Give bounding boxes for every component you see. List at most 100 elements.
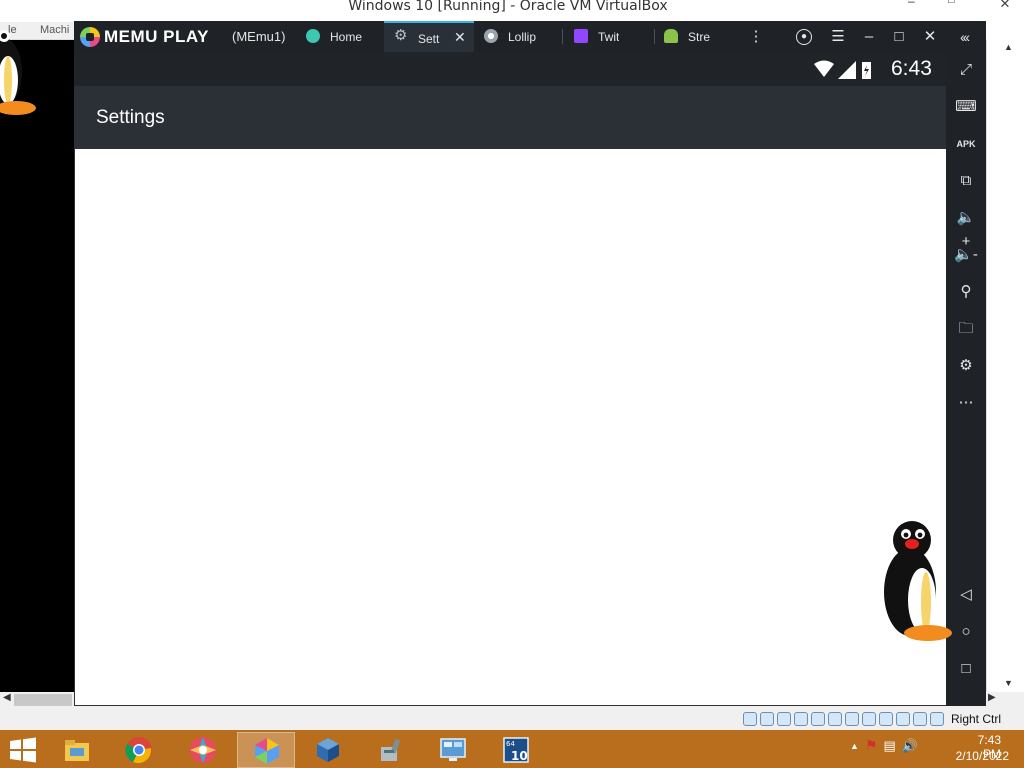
recent-apps-icon[interactable]: □ [954, 657, 978, 681]
keyboard-icon[interactable]: ⌨ [954, 95, 978, 119]
taskbar-chrome[interactable] [110, 732, 168, 768]
menu-icon[interactable]: ☰ [828, 27, 848, 47]
scrollbar-thumb[interactable] [14, 694, 72, 706]
scroll-down-arrow-icon[interactable]: ▼ [1004, 678, 1013, 688]
taskbar-system-monitor[interactable] [424, 732, 482, 768]
network-tray-icon[interactable]: ▤ [883, 738, 895, 754]
android-status-bar: 6:43 [74, 52, 946, 86]
penguin-desktop-right [884, 521, 952, 641]
more-options-icon[interactable]: ⋯ [954, 391, 978, 415]
scroll-right-arrow-icon[interactable]: ▶ [988, 692, 996, 703]
virtualization-icon[interactable] [879, 712, 893, 726]
scroll-left-arrow-icon[interactable]: ◀ [3, 692, 11, 703]
system-monitor-icon [440, 738, 466, 761]
virtualbox-status-bar: Right Ctrl [0, 708, 1024, 730]
tab-settings[interactable]: ⚙ Sett ✕ [384, 21, 474, 52]
fullscreen-icon[interactable]: ⤢ [954, 58, 978, 82]
taskbar-tools[interactable] [362, 732, 420, 768]
volume-tray-icon[interactable]: 🔊 [902, 738, 918, 754]
volume-up-icon[interactable]: 🔈+ [954, 206, 978, 250]
folder-icon[interactable]: 🗀 [954, 317, 978, 341]
close-tab-icon[interactable]: ✕ [454, 29, 466, 46]
audio-icon[interactable] [777, 712, 791, 726]
tab-twitch-label: Twit [598, 30, 620, 44]
chrome-icon [484, 29, 498, 43]
more-tabs-icon[interactable]: ⋮ [746, 27, 766, 47]
wifi-signal-battery-icon [814, 60, 871, 79]
tab-home[interactable]: Home [296, 21, 384, 52]
maximize-window-icon[interactable]: □ [889, 27, 909, 47]
close-button[interactable]: ✕ [990, 0, 1020, 11]
host-key-label: Right Ctrl [951, 712, 1002, 726]
tab-lollipop[interactable]: Lollip [474, 21, 562, 52]
tools-icon [381, 738, 401, 761]
usb-icon[interactable] [811, 712, 825, 726]
back-icon[interactable]: ◁ [954, 583, 978, 607]
taskbar-windows10-vm[interactable]: 64 10 [487, 732, 545, 768]
taskbar-virtualbox[interactable] [299, 732, 357, 768]
multi-window-icon[interactable]: ⧉ [954, 169, 978, 193]
display-icon[interactable] [845, 712, 859, 726]
tab-lollipop-label: Lollip [508, 30, 537, 44]
file-explorer-icon [65, 740, 89, 761]
home-icon[interactable]: ○ [954, 620, 978, 644]
action-center-flag-icon[interactable]: ⚑ [865, 737, 878, 754]
taskbar-photos[interactable] [174, 732, 232, 768]
memu-instance-name: (MEmu1) [232, 29, 286, 44]
settings-app-bar: Settings [74, 86, 946, 149]
taskbar-memu[interactable] [237, 732, 295, 768]
keyboard-capture-icon[interactable] [913, 712, 927, 726]
twitch-icon [574, 29, 588, 43]
menu-machine[interactable]: Machi [40, 24, 69, 36]
location-icon[interactable]: ⚲ [954, 280, 978, 304]
optical-drive-icon[interactable] [743, 712, 757, 726]
memu-brand: MEMU PLAY [104, 27, 209, 46]
floppy-icon[interactable] [760, 712, 774, 726]
volume-down-icon[interactable]: 🔈- [954, 243, 978, 267]
account-icon[interactable]: ● [796, 29, 812, 45]
close-window-icon[interactable]: ✕ [920, 27, 940, 47]
vm-desktop-left [0, 40, 74, 692]
memu-tab-bar: MEMU PLAY (MEmu1) Home ⚙ Sett ✕ Lollip T… [74, 21, 986, 52]
settings-icon[interactable]: ⚙ [954, 354, 978, 378]
taskbar-clock-date[interactable]: 2/10/2022 [949, 749, 1009, 763]
page-title: Settings [96, 107, 165, 128]
photos-app-icon [190, 737, 216, 763]
vm-right-gutter [986, 40, 1024, 692]
shared-folders-icon[interactable] [828, 712, 842, 726]
recording-icon[interactable] [862, 712, 876, 726]
android-icon [664, 29, 678, 43]
memu-app-icon [255, 738, 279, 764]
tab-twitch[interactable]: Twit [564, 21, 652, 52]
collapse-sidebar-icon[interactable]: ‹‹‹ [954, 27, 974, 47]
svg-text:64: 64 [506, 740, 515, 748]
vm-device-icons [743, 712, 944, 726]
scroll-up-arrow-icon[interactable]: ▲ [1004, 42, 1013, 52]
apk-install-icon[interactable]: APK [954, 132, 978, 156]
virtualbox-icon [317, 738, 339, 762]
windows-taskbar: 64 10 ▲ ⚑ ▤ 🔊 7:43 PM 2/10/2022 [0, 730, 1024, 768]
mouse-integration-icon[interactable] [896, 712, 910, 726]
android-clock: 6:43 [891, 57, 932, 80]
tab-home-label: Home [330, 30, 363, 44]
minimize-button[interactable]: – [908, 0, 928, 8]
settings-content[interactable] [74, 149, 946, 706]
taskbar-file-explorer[interactable] [48, 732, 106, 768]
tab-settings-label: Sett [418, 32, 440, 46]
download-icon[interactable] [930, 712, 944, 726]
virtualbox-title: Windows 10 [Running] - Oracle VM Virtual… [348, 0, 668, 14]
penguin-desktop-left [0, 30, 36, 115]
maximize-button[interactable]: □ [948, 0, 968, 6]
windows-start-icon[interactable] [8, 737, 38, 763]
memu-home-icon [306, 29, 320, 43]
chrome-icon [125, 737, 152, 764]
settings-gear-icon: ⚙ [394, 27, 408, 44]
minimize-window-icon[interactable]: – [859, 27, 879, 47]
tab-stream-label: Stre [688, 30, 711, 44]
memu-logo-icon [80, 27, 100, 47]
show-hidden-icons-icon[interactable]: ▲ [850, 741, 859, 751]
svg-text:10: 10 [511, 749, 528, 763]
system-tray: ▲ ⚑ ▤ 🔊 [850, 737, 918, 754]
network-icon[interactable] [794, 712, 808, 726]
tab-stream[interactable]: Stre [654, 21, 742, 52]
